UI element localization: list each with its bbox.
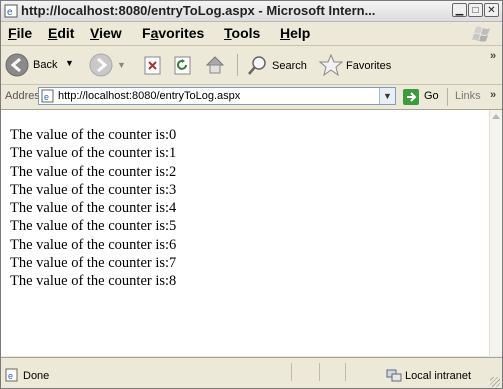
address-input[interactable]: e http://localhost:8080/entryToLog.aspx … (38, 87, 396, 105)
counter-line: The value of the counter is:3 (10, 181, 177, 198)
search-button[interactable]: Search (247, 52, 315, 78)
window-title: http://localhost:8080/entryToLog.aspx - … (21, 3, 376, 18)
close-button[interactable]: ✕ (484, 3, 499, 17)
minimize-icon: ▁ (455, 5, 464, 16)
forward-button[interactable]: ▼ (89, 53, 129, 77)
back-label: Back (33, 59, 58, 71)
svg-text:e: e (8, 371, 13, 381)
toolbar-overflow-icon[interactable]: » (490, 50, 496, 62)
browser-window: e http://localhost:8080/entryToLog.aspx … (0, 0, 503, 389)
back-dropdown-icon[interactable]: ▼ (65, 58, 74, 68)
standard-toolbar: Back ▼ ▼ Search Favorites » (1, 46, 502, 85)
favorites-star-icon (319, 54, 343, 76)
back-button[interactable]: Back ▼ (5, 51, 75, 79)
menu-file[interactable]: File (8, 25, 32, 41)
favorites-button[interactable]: Favorites (319, 52, 405, 78)
go-arrow-icon[interactable] (403, 89, 419, 105)
counter-line: The value of the counter is:0 (10, 127, 177, 143)
counter-line: The value of the counter is:1 (10, 145, 177, 162)
close-icon: ✕ (487, 5, 496, 16)
address-dropdown-icon[interactable]: ▼ (379, 88, 395, 104)
forward-arrow-icon (89, 53, 113, 77)
done-page-icon: e (5, 368, 18, 382)
maximize-icon: □ (472, 5, 479, 16)
counter-line: The value of the counter is:7 (10, 255, 177, 272)
toolbar-separator (237, 54, 238, 76)
address-bar: Address e http://localhost:8080/entryToL… (1, 85, 502, 110)
status-divider (291, 363, 292, 381)
search-label: Search (272, 60, 307, 72)
counter-output-list: The value of the counter is:0 The value … (10, 126, 176, 291)
maximize-button[interactable]: □ (468, 3, 483, 17)
zone-text: Local intranet (405, 370, 472, 382)
address-separator (447, 88, 448, 106)
links-overflow-icon[interactable]: » (490, 89, 496, 101)
status-divider (345, 363, 346, 381)
svg-text:e: e (7, 7, 13, 18)
back-arrow-icon (5, 53, 29, 77)
counter-line: The value of the counter is:5 (10, 218, 177, 235)
intranet-icon (386, 369, 402, 382)
scroll-up-icon[interactable] (492, 114, 500, 119)
page-icon: e (41, 89, 54, 103)
svg-text:e: e (44, 92, 49, 102)
address-url: http://localhost:8080/entryToLog.aspx (58, 90, 241, 102)
counter-line: The value of the counter is:8 (10, 273, 177, 290)
menu-help[interactable]: Help (280, 25, 310, 41)
menu-bar: File Edit View Favorites Tools Help (1, 22, 502, 46)
search-icon (248, 56, 266, 75)
menu-favorites[interactable]: Favorites (142, 25, 204, 41)
page-content: The value of the counter is:0 The value … (1, 110, 489, 356)
menu-view[interactable]: View (90, 25, 122, 41)
refresh-icon[interactable] (173, 56, 193, 76)
windows-logo-icon (472, 26, 490, 42)
favorites-label: Favorites (346, 60, 392, 72)
minimize-button[interactable]: ▁ (452, 3, 467, 17)
menu-tools[interactable]: Tools (224, 25, 260, 41)
stop-icon[interactable] (143, 56, 163, 76)
vertical-scrollbar[interactable] (489, 110, 502, 356)
status-bar: e Done Local intranet (1, 357, 502, 388)
title-bar[interactable]: e http://localhost:8080/entryToLog.aspx … (1, 1, 502, 22)
status-divider (319, 363, 320, 381)
resize-grip-icon[interactable] (490, 377, 500, 387)
counter-line: The value of the counter is:2 (10, 163, 177, 180)
status-text: Done (23, 370, 50, 382)
counter-line: The value of the counter is:6 (10, 236, 177, 253)
go-button[interactable]: Go (424, 90, 439, 102)
home-icon[interactable] (204, 54, 226, 76)
menu-edit[interactable]: Edit (48, 25, 74, 41)
forward-dropdown-icon[interactable]: ▼ (117, 60, 126, 70)
ie-page-icon: e (4, 4, 18, 18)
counter-line: The value of the counter is:4 (10, 200, 177, 217)
links-label[interactable]: Links (455, 90, 481, 102)
